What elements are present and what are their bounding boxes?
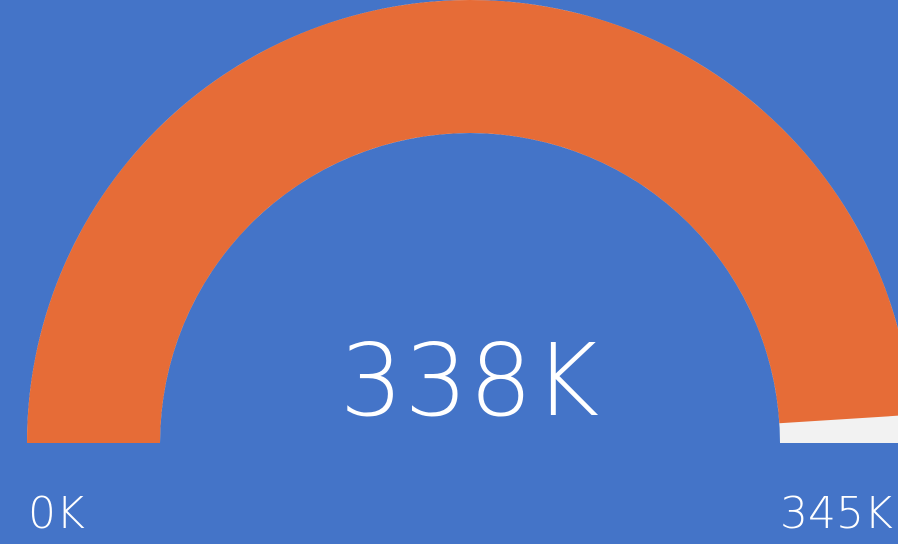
gauge-value-label: 338K bbox=[340, 322, 600, 439]
gauge-chart: 338K 0K 345K bbox=[27, 0, 898, 539]
gauge-min-label: 0K bbox=[28, 488, 85, 539]
gauge-max-label: 345K bbox=[780, 488, 893, 539]
gauge-card: 338K 0K 345K bbox=[0, 0, 898, 544]
